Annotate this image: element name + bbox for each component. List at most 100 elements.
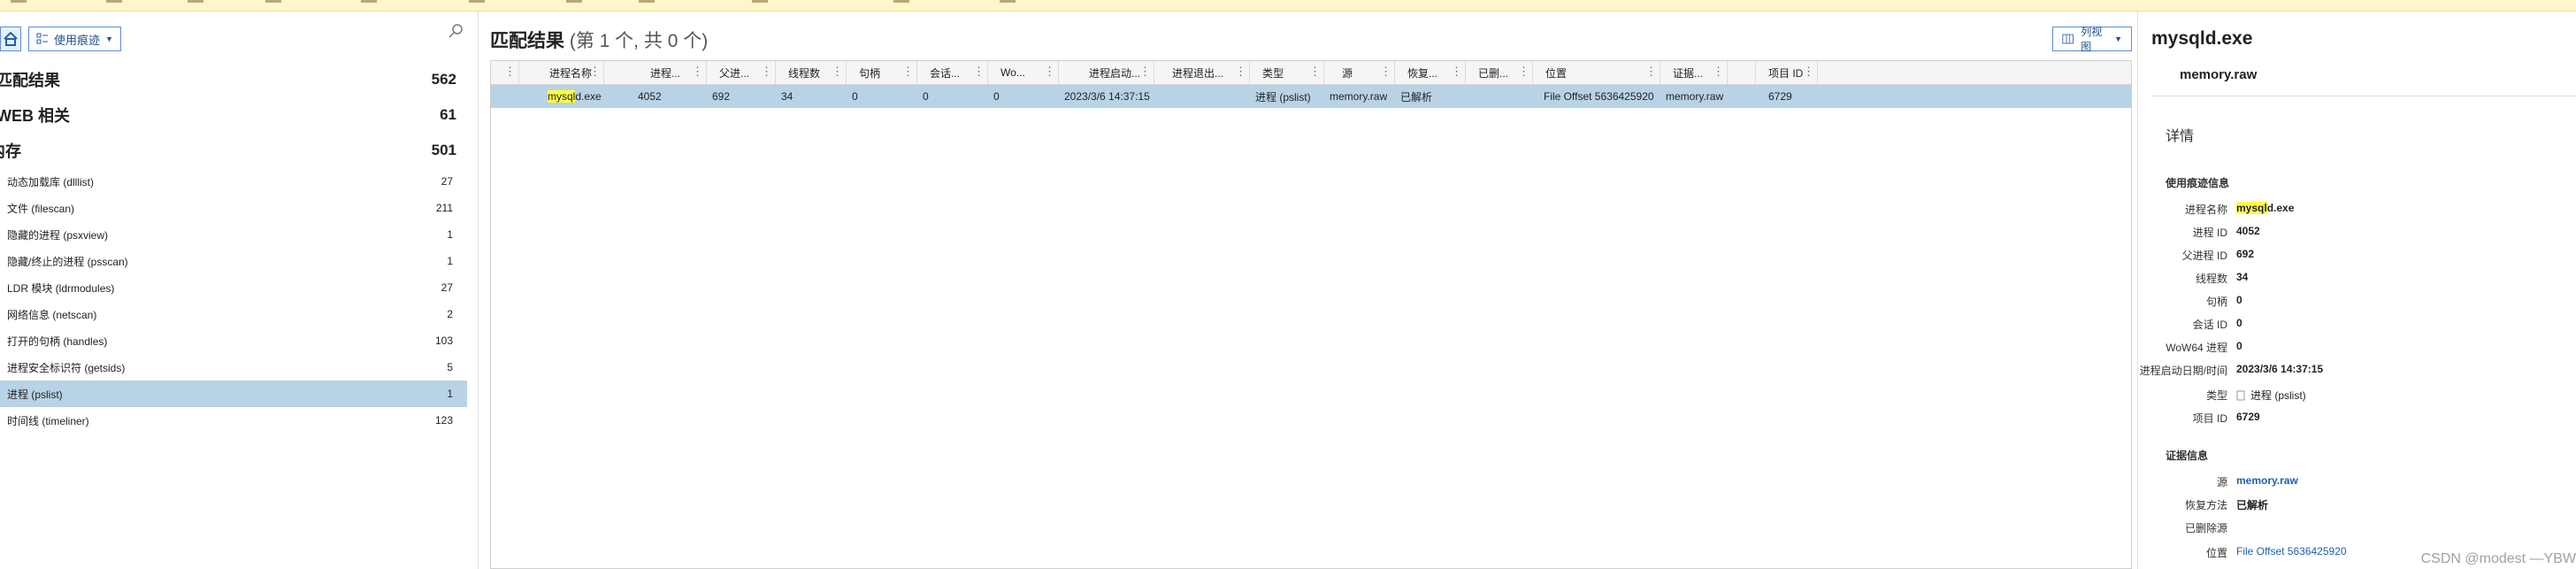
- column-header[interactable]: 类型 ⋮: [1250, 61, 1324, 84]
- property-value: 进程 (pslist): [2236, 388, 2306, 403]
- memory-item-label: 网络信息 (netscan): [7, 308, 97, 321]
- memory-item[interactable]: 隐藏的进程 (psxview) 1: [0, 221, 467, 248]
- column-menu-icon[interactable]: ⋮: [761, 65, 772, 78]
- category-count: 61: [440, 106, 456, 123]
- category-matched-results[interactable]: 匹配结果 562: [0, 64, 456, 96]
- cell-recovery: 已解析: [1400, 90, 1433, 104]
- column-menu-icon[interactable]: ⋮: [504, 65, 516, 78]
- column-header[interactable]: Wo... ⋮: [988, 61, 1059, 84]
- banner-fragment: [469, 0, 485, 3]
- home-button[interactable]: [0, 27, 21, 51]
- property-value-text: 进程 (pslist): [2250, 389, 2306, 402]
- column-menu-icon[interactable]: ⋮: [1451, 65, 1462, 78]
- banner-fragment: [639, 0, 655, 3]
- search-highlight: mysql: [548, 90, 576, 103]
- memory-item-label: 隐藏/终止的进程 (psscan): [7, 255, 128, 268]
- memory-item[interactable]: 文件 (filescan) 211: [0, 195, 467, 221]
- column-header[interactable]: 恢复... ⋮: [1395, 61, 1466, 84]
- memory-item[interactable]: 网络信息 (netscan) 2: [0, 301, 467, 327]
- column-header[interactable]: 位置 ⋮: [1533, 61, 1660, 84]
- panel-divider[interactable]: [2137, 11, 2138, 569]
- column-header[interactable]: 句柄 ⋮: [847, 61, 917, 84]
- property-key: 会话 ID: [2192, 319, 2227, 331]
- detail-panel: mysqld.exe memory.raw 详情 使用痕迹信息 进程名称 mys…: [2139, 23, 2576, 569]
- memory-item-label: 打开的句柄 (handles): [7, 334, 108, 348]
- location-link[interactable]: File Offset 5636425920: [2236, 545, 2347, 557]
- memory-item[interactable]: 隐藏/终止的进程 (psscan) 1: [0, 248, 467, 274]
- column-menu-icon[interactable]: ⋮: [1380, 65, 1392, 78]
- memory-item-label: 文件 (filescan): [7, 202, 75, 215]
- memory-item[interactable]: 进程安全标识符 (getsids) 5: [0, 354, 467, 381]
- property-row: 恢复方法 已解析: [2166, 497, 2572, 515]
- property-key: 句柄: [2205, 296, 2227, 308]
- memory-item-count: 2: [447, 308, 453, 320]
- column-menu-icon[interactable]: ⋮: [1309, 65, 1321, 78]
- column-menu-icon[interactable]: ⋮: [589, 65, 601, 78]
- property-key: 进程启动日期/时间: [2139, 365, 2227, 377]
- column-menu-icon[interactable]: ⋮: [1645, 65, 1657, 78]
- column-menu-icon[interactable]: ⋮: [1713, 65, 1724, 78]
- memory-item-count: 211: [435, 202, 453, 214]
- property-row: WoW64 进程 0: [2166, 340, 2572, 358]
- column-header-label: 恢复...: [1407, 66, 1438, 80]
- memory-item-selected[interactable]: 进程 (pslist) 1: [0, 381, 467, 407]
- panel-divider[interactable]: [478, 11, 479, 569]
- memory-item[interactable]: LDR 模块 (ldrmodules) 27: [0, 274, 467, 301]
- column-header[interactable]: 证据... ⋮: [1660, 61, 1728, 84]
- memory-item[interactable]: 打开的句柄 (handles) 103: [0, 327, 467, 354]
- column-menu-icon[interactable]: ⋮: [1235, 65, 1246, 78]
- column-menu-icon[interactable]: ⋮: [1044, 65, 1055, 78]
- column-header[interactable]: 已删... ⋮: [1466, 61, 1533, 84]
- cell-start-time: 2023/3/6 14:37:15: [1064, 90, 1150, 103]
- memory-item-count: 5: [447, 361, 453, 373]
- column-menu-icon[interactable]: ⋮: [973, 65, 985, 78]
- left-toolbar: 使用痕迹 ▼: [0, 23, 478, 55]
- search-icon[interactable]: [448, 23, 464, 39]
- column-spacer: [1728, 61, 1756, 84]
- column-menu-icon[interactable]: ⋮: [1518, 65, 1530, 78]
- column-menu-icon[interactable]: ⋮: [1803, 65, 1814, 78]
- banner-fragment: [188, 0, 203, 3]
- list-view-icon: [36, 33, 48, 44]
- property-value-text: d.exe: [2266, 202, 2295, 214]
- column-menu-icon[interactable]: ⋮: [902, 65, 914, 78]
- column-header[interactable]: 进程启动... ⋮: [1059, 61, 1154, 84]
- column-menu-icon[interactable]: ⋮: [1139, 65, 1151, 78]
- column-header[interactable]: 进程... ⋮: [632, 61, 707, 84]
- memory-item[interactable]: 动态加载库 (dlllist) 27: [0, 168, 467, 195]
- cell-threads: 34: [781, 90, 794, 103]
- table-row-selected[interactable]: mysql d.exe 4052 692 34 0 0 0 2023/3/6 14…: [491, 85, 2131, 108]
- evidence-source-link[interactable]: memory.raw: [2236, 474, 2298, 487]
- column-menu-icon[interactable]: ⋮: [832, 65, 843, 78]
- column-header[interactable]: 进程退出... ⋮: [1154, 61, 1250, 84]
- memory-item-count: 123: [434, 414, 453, 427]
- column-header[interactable]: 会话... ⋮: [917, 61, 988, 84]
- results-subtitle: (第 1 个, 共 0 个): [569, 31, 709, 51]
- cell-process-name: mysql d.exe: [544, 85, 602, 108]
- property-row: 类型 进程 (pslist): [2166, 388, 2572, 405]
- category-web[interactable]: WEB 相关 61: [0, 99, 456, 131]
- property-key: 恢复方法: [2184, 499, 2227, 511]
- view-mode-dropdown[interactable]: 使用痕迹 ▼: [28, 27, 121, 51]
- row-menu-header[interactable]: ⋮: [491, 61, 519, 84]
- property-row: 父进程 ID 692: [2166, 248, 2572, 265]
- column-header[interactable]: 线程数 ⋮: [776, 61, 847, 84]
- column-menu-icon[interactable]: ⋮: [692, 65, 703, 78]
- property-row: 已删除源: [2166, 520, 2572, 538]
- column-view-button[interactable]: 列视图 ▼: [2052, 26, 2132, 53]
- memory-item-label: 时间线 (timeliner): [7, 414, 89, 427]
- column-header[interactable]: 项目 ID ⋮: [1756, 61, 1818, 84]
- property-row: 进程 ID 4052: [2166, 225, 2572, 242]
- chevron-down-icon: ▼: [2114, 35, 2122, 43]
- column-header[interactable]: 源 ⋮: [1324, 61, 1395, 84]
- property-value: 0: [2236, 340, 2242, 352]
- property-key: 父进程 ID: [2181, 250, 2227, 262]
- memory-item[interactable]: 时间线 (timeliner) 123: [0, 407, 467, 434]
- category-memory[interactable]: 内存 501: [0, 135, 456, 166]
- column-header[interactable]: 进程名称 ⋮: [519, 61, 604, 84]
- banner-fragment: [361, 0, 377, 3]
- property-row: 会话 ID 0: [2166, 317, 2572, 334]
- column-header[interactable]: 父进... ⋮: [707, 61, 776, 84]
- column-header-label: 项目 ID: [1768, 66, 1804, 80]
- view-mode-label: 使用痕迹: [54, 33, 101, 47]
